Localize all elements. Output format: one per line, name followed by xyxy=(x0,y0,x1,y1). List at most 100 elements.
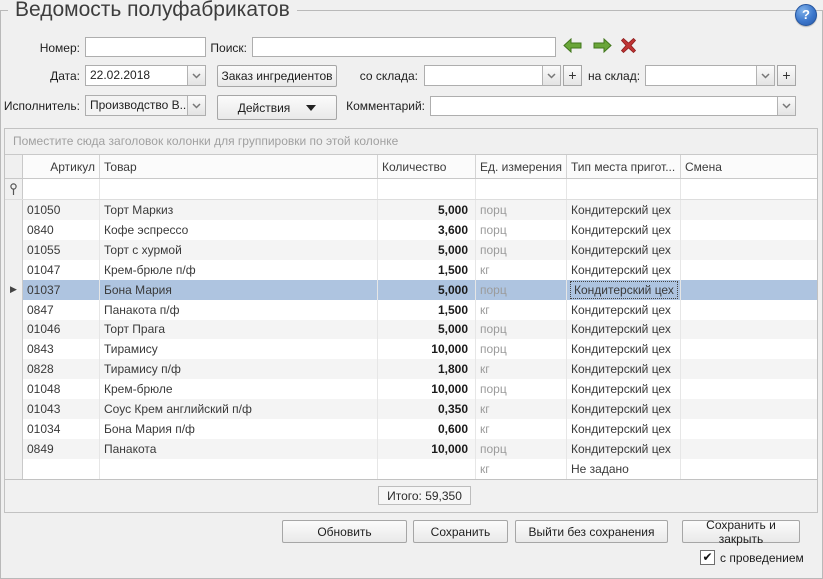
table-row[interactable]: 01034Бона Мария п/ф0,600кгКондитерский ц… xyxy=(5,419,817,439)
table-row[interactable]: кгНе задано xyxy=(5,459,817,479)
cell-product[interactable]: Торт с хурмой xyxy=(100,240,378,260)
cell-product[interactable]: Торт Прага xyxy=(100,320,378,340)
filter-prep-type[interactable] xyxy=(567,179,681,199)
cell-unit[interactable]: порц xyxy=(476,240,567,260)
from-store-select[interactable] xyxy=(424,65,561,86)
table-row[interactable]: 01050Торт Маркиз5,000порцКондитерский це… xyxy=(5,200,817,220)
table-row[interactable]: ▶01037Бона Мария5,000порцКондитерский це… xyxy=(5,280,817,300)
cell-unit[interactable]: кг xyxy=(476,260,567,280)
cell-prep-type[interactable]: Кондитерский цех xyxy=(567,419,681,439)
cell-shift[interactable] xyxy=(681,320,817,340)
cell-unit[interactable]: кг xyxy=(476,300,567,320)
cell-unit[interactable]: порц xyxy=(476,220,567,240)
table-row[interactable]: 01046Торт Прага5,000порцКондитерский цех xyxy=(5,320,817,340)
search-input[interactable] xyxy=(252,37,556,57)
header-article[interactable]: Артикул xyxy=(23,155,100,178)
comment-select[interactable] xyxy=(430,96,796,116)
cell-article[interactable]: 0843 xyxy=(23,339,100,359)
search-prev-icon[interactable] xyxy=(563,38,583,58)
cell-quantity[interactable]: 5,000 xyxy=(378,280,476,300)
filter-pin-icon[interactable] xyxy=(5,179,23,199)
cell-product[interactable]: Бона Мария xyxy=(100,280,378,300)
table-row[interactable]: 01055Торт с хурмой5,000порцКондитерский … xyxy=(5,240,817,260)
cell-shift[interactable] xyxy=(681,220,817,240)
filter-product[interactable] xyxy=(100,179,378,199)
cell-unit[interactable]: порц xyxy=(476,379,567,399)
post-checkbox[interactable]: ✔ xyxy=(700,550,715,565)
cell-shift[interactable] xyxy=(681,240,817,260)
chevron-down-icon[interactable] xyxy=(542,66,560,85)
cell-quantity[interactable]: 1,500 xyxy=(378,300,476,320)
row-indicator[interactable] xyxy=(5,459,23,479)
cell-shift[interactable] xyxy=(681,439,817,459)
cell-unit[interactable]: порц xyxy=(476,320,567,340)
cell-product[interactable]: Панакота xyxy=(100,439,378,459)
row-indicator[interactable] xyxy=(5,320,23,340)
header-product[interactable]: Товар xyxy=(100,155,378,178)
row-indicator[interactable] xyxy=(5,300,23,320)
cell-unit[interactable]: кг xyxy=(476,419,567,439)
to-store-select[interactable] xyxy=(645,65,775,86)
cell-prep-type[interactable]: Кондитерский цех xyxy=(567,399,681,419)
cell-quantity[interactable]: 5,000 xyxy=(378,200,476,220)
row-indicator[interactable] xyxy=(5,240,23,260)
cell-article[interactable]: 01048 xyxy=(23,379,100,399)
cell-product[interactable]: Тирамису xyxy=(100,339,378,359)
search-next-icon[interactable] xyxy=(592,38,612,58)
cell-unit[interactable]: кг xyxy=(476,399,567,419)
cell-prep-type[interactable]: Кондитерский цех xyxy=(567,280,681,300)
cell-prep-type[interactable]: Кондитерский цех xyxy=(567,339,681,359)
cell-product[interactable]: Торт Маркиз xyxy=(100,200,378,220)
table-row[interactable]: 01048Крем-брюле10,000порцКондитерский це… xyxy=(5,379,817,399)
table-row[interactable]: 0843Тирамису10,000порцКондитерский цех xyxy=(5,339,817,359)
cell-product[interactable]: Бона Мария п/ф xyxy=(100,419,378,439)
cell-quantity[interactable]: 3,600 xyxy=(378,220,476,240)
cell-prep-type[interactable]: Кондитерский цех xyxy=(567,240,681,260)
cell-prep-type[interactable]: Кондитерский цех xyxy=(567,359,681,379)
cell-prep-type[interactable]: Кондитерский цех xyxy=(567,320,681,340)
cell-article[interactable]: 0847 xyxy=(23,300,100,320)
cell-unit[interactable]: кг xyxy=(476,359,567,379)
cell-prep-type[interactable]: Кондитерский цех xyxy=(567,200,681,220)
cell-prep-type[interactable]: Кондитерский цех xyxy=(567,439,681,459)
cell-product[interactable]: Панакота п/ф xyxy=(100,300,378,320)
chevron-down-icon[interactable] xyxy=(187,96,205,115)
table-row[interactable]: 0828Тирамису п/ф1,800кгКондитерский цех xyxy=(5,359,817,379)
chevron-down-icon[interactable] xyxy=(756,66,774,85)
cell-shift[interactable] xyxy=(681,459,817,479)
group-by-panel[interactable]: Поместите сюда заголовок колонки для гру… xyxy=(5,129,817,155)
cell-quantity[interactable]: 1,500 xyxy=(378,260,476,280)
cell-article[interactable]: 01043 xyxy=(23,399,100,419)
cell-prep-type[interactable]: Кондитерский цех xyxy=(567,300,681,320)
cell-article[interactable]: 01034 xyxy=(23,419,100,439)
exit-without-saving-button[interactable]: Выйти без сохранения xyxy=(515,520,668,543)
cell-unit[interactable]: порц xyxy=(476,339,567,359)
date-picker[interactable]: 22.02.2018 xyxy=(85,65,206,86)
row-indicator[interactable] xyxy=(5,200,23,220)
cell-quantity[interactable]: 10,000 xyxy=(378,379,476,399)
cell-product[interactable]: Соус Крем английский п/ф xyxy=(100,399,378,419)
cell-unit[interactable]: порц xyxy=(476,200,567,220)
row-indicator[interactable] xyxy=(5,359,23,379)
cell-quantity[interactable]: 0,350 xyxy=(378,399,476,419)
help-icon[interactable]: ? xyxy=(795,4,817,26)
cell-unit[interactable]: порц xyxy=(476,280,567,300)
filter-row[interactable] xyxy=(5,179,817,200)
cell-quantity[interactable]: 10,000 xyxy=(378,439,476,459)
cell-product[interactable] xyxy=(100,459,378,479)
cell-article[interactable]: 0840 xyxy=(23,220,100,240)
header-prep-type[interactable]: Тип места пригот... xyxy=(567,155,681,178)
add-from-store-button[interactable]: + xyxy=(563,65,582,86)
cell-product[interactable]: Крем-брюле xyxy=(100,379,378,399)
cell-shift[interactable] xyxy=(681,280,817,300)
cell-quantity[interactable]: 10,000 xyxy=(378,339,476,359)
cell-shift[interactable] xyxy=(681,300,817,320)
row-indicator[interactable] xyxy=(5,379,23,399)
cell-article[interactable] xyxy=(23,459,100,479)
cell-shift[interactable] xyxy=(681,379,817,399)
cell-prep-type[interactable]: Не задано xyxy=(567,459,681,479)
cell-quantity[interactable]: 5,000 xyxy=(378,320,476,340)
row-indicator[interactable] xyxy=(5,220,23,240)
cell-article[interactable]: 01047 xyxy=(23,260,100,280)
cell-shift[interactable] xyxy=(681,339,817,359)
